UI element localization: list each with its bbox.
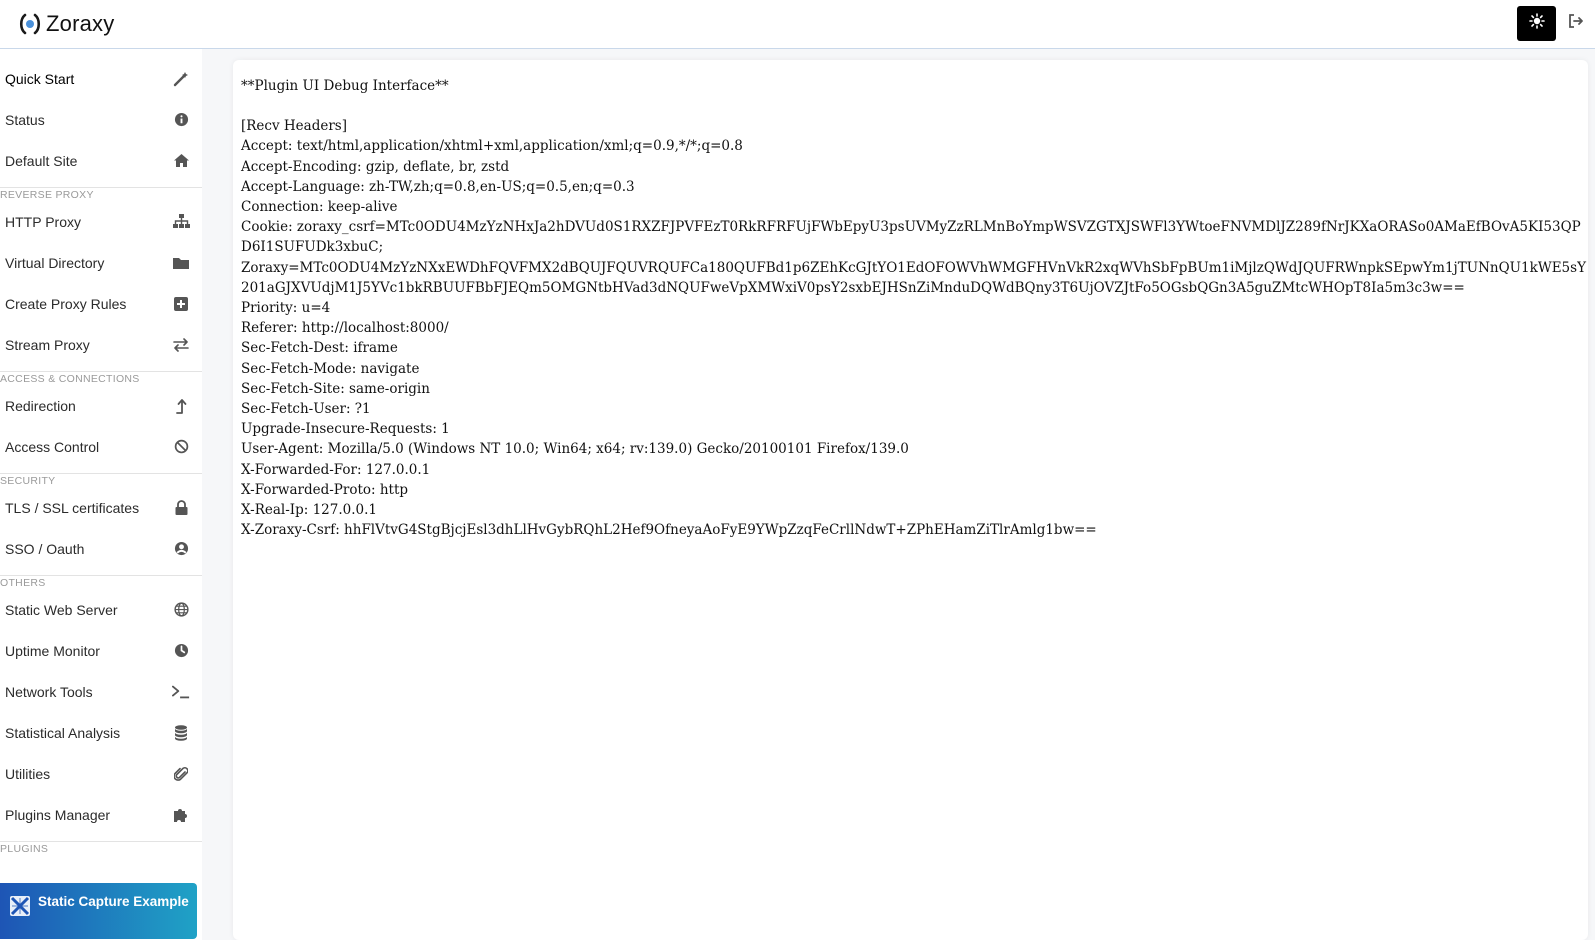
plugin-iframe-panel: **Plugin UI Debug Interface** [Recv Heade…: [233, 60, 1588, 940]
sidebar-item-create-proxy-rules[interactable]: Create Proxy Rules: [0, 283, 202, 324]
sidebar: Quick Start Status Default Site REVERSE …: [0, 58, 202, 940]
debug-line: Priority: u=4: [241, 300, 331, 317]
sidebar-item-label: SSO / Oauth: [5, 540, 85, 557]
sitemap-icon: [172, 213, 190, 231]
folder-icon: [172, 254, 190, 272]
home-icon: [172, 152, 190, 170]
section-label-access-connections: ACCESS & CONNECTIONS: [0, 371, 202, 385]
debug-line: Sec-Fetch-User: ?1: [241, 401, 371, 418]
sidebar-plugin-static-capture-example[interactable]: Static Capture Example: [0, 883, 197, 939]
section-label-reverse-proxy: REVERSE PROXY: [0, 187, 202, 201]
debug-output: **Plugin UI Debug Interface** [Recv Heade…: [241, 76, 1586, 540]
clock-icon: [172, 642, 190, 660]
globe-icon: [172, 601, 190, 619]
sidebar-item-label: Redirection: [5, 397, 76, 414]
sidebar-item-access-control[interactable]: Access Control: [0, 426, 202, 467]
terminal-icon: [172, 683, 190, 701]
user-circle-icon: [172, 540, 190, 558]
brand[interactable]: Zoraxy: [16, 0, 114, 49]
sidebar-item-uptime-monitor[interactable]: Uptime Monitor: [0, 630, 202, 671]
debug-line: Upgrade-Insecure-Requests: 1: [241, 421, 450, 438]
sidebar-item-sso-oauth[interactable]: SSO / Oauth: [0, 528, 202, 569]
sidebar-item-label: Virtual Directory: [5, 254, 105, 271]
sidebar-item-label: Access Control: [5, 438, 100, 455]
theme-toggle-button[interactable]: [1517, 6, 1556, 41]
sidebar-item-redirection[interactable]: Redirection: [0, 385, 202, 426]
debug-line: [241, 96, 1586, 116]
debug-line: Accept-Language: zh-TW,zh;q=0.8,en-US;q=…: [241, 178, 635, 195]
sidebar-item-label: Status: [5, 111, 45, 128]
sidebar-item-label: HTTP Proxy: [5, 213, 81, 230]
magic-wand-icon: [172, 70, 190, 88]
plugin-label: Static Capture Example: [38, 894, 189, 909]
sidebar-item-stream-proxy[interactable]: Stream Proxy: [0, 324, 202, 365]
sidebar-item-label: Statistical Analysis: [5, 724, 121, 741]
sidebar-item-statistical-analysis[interactable]: Statistical Analysis: [0, 712, 202, 753]
app-title: Zoraxy: [46, 11, 115, 36]
sidebar-item-label: Plugins Manager: [5, 806, 111, 823]
lock-icon: [172, 499, 190, 517]
section-label-others: OTHERS: [0, 575, 202, 589]
sidebar-item-label: Default Site: [5, 152, 78, 169]
info-circle-icon: [172, 111, 190, 129]
sidebar-item-quick-start[interactable]: Quick Start: [0, 58, 202, 99]
exchange-icon: [172, 336, 190, 354]
sidebar-item-network-tools[interactable]: Network Tools: [0, 671, 202, 712]
debug-line: Sec-Fetch-Dest: iframe: [241, 340, 398, 357]
sidebar-item-label: Create Proxy Rules: [5, 295, 127, 312]
sidebar-item-virtual-directory[interactable]: Virtual Directory: [0, 242, 202, 283]
debug-line: X-Real-Ip: 127.0.0.1: [241, 502, 377, 519]
top-bar: Zoraxy: [0, 0, 1595, 49]
sun-icon: [1528, 13, 1545, 34]
sidebar-item-label: Static Web Server: [5, 601, 118, 618]
plus-square-icon: [172, 295, 190, 313]
debug-line: X-Forwarded-Proto: http: [241, 481, 409, 498]
debug-line: Referer: http://localhost:8000/: [241, 320, 449, 337]
debug-line: Sec-Fetch-Site: same-origin: [241, 380, 430, 397]
sidebar-item-label: Stream Proxy: [5, 336, 90, 353]
level-up-icon: [172, 397, 190, 415]
sidebar-item-static-web-server[interactable]: Static Web Server: [0, 589, 202, 630]
sidebar-item-label: TLS / SSL certificates: [5, 499, 140, 516]
debug-line: User-Agent: Mozilla/5.0 (Windows NT 10.0…: [241, 441, 909, 458]
paperclip-icon: [172, 765, 190, 783]
sidebar-item-plugins-manager[interactable]: Plugins Manager: [0, 794, 202, 835]
section-label-security: SECURITY: [0, 473, 202, 487]
debug-line: X-Zoraxy-Csrf: hhFlVtvG4StgBjcjEsl3dhLlH…: [241, 522, 1097, 539]
sidebar-item-http-proxy[interactable]: HTTP Proxy: [0, 201, 202, 242]
debug-line: X-Forwarded-For: 127.0.0.1: [241, 461, 431, 478]
sidebar-item-label: Quick Start: [5, 70, 75, 87]
logout-button[interactable]: [1565, 12, 1587, 34]
zoraxy-logo-icon: [16, 10, 44, 38]
sidebar-item-default-site[interactable]: Default Site: [0, 140, 202, 181]
debug-line: Zoraxy=MTc0ODU4MzYzNXxEWDhFQVFMX2dBQUJFQ…: [241, 259, 1586, 296]
debug-line: Cookie: zoraxy_csrf=MTc0ODU4MzYzNHxJa2hD…: [241, 219, 1581, 256]
debug-heading: **Plugin UI Debug Interface**: [241, 78, 449, 94]
sidebar-item-tls-ssl[interactable]: TLS / SSL certificates: [0, 487, 202, 528]
sidebar-item-label: Uptime Monitor: [5, 642, 100, 659]
section-label-plugins: PLUGINS: [0, 841, 202, 855]
debug-line: Accept: text/html,application/xhtml+xml,…: [241, 138, 743, 155]
database-icon: [172, 724, 190, 742]
sidebar-item-status[interactable]: Status: [0, 99, 202, 140]
debug-line: Accept-Encoding: gzip, deflate, br, zstd: [241, 158, 510, 175]
debug-line: [Recv Headers]: [241, 118, 347, 135]
debug-line: Sec-Fetch-Mode: navigate: [241, 360, 420, 377]
sidebar-item-label: Network Tools: [5, 683, 93, 700]
logout-icon: [1568, 13, 1584, 34]
sidebar-item-label: Utilities: [5, 765, 51, 782]
sidebar-item-utilities[interactable]: Utilities: [0, 753, 202, 794]
debug-line: Connection: keep-alive: [241, 199, 398, 216]
ban-icon: [172, 438, 190, 456]
puzzle-icon: [172, 806, 190, 824]
